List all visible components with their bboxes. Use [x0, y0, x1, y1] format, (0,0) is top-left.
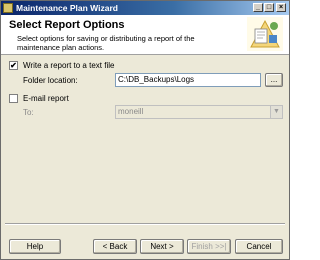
folder-location-input[interactable]: C:\DB_Backups\Logs	[115, 73, 261, 87]
app-icon	[3, 3, 13, 13]
page-title: Select Report Options	[9, 19, 125, 31]
minimize-button[interactable]: _	[253, 3, 263, 12]
checkmark-icon: ✔	[10, 61, 17, 70]
email-report-checkbox[interactable]	[9, 94, 18, 103]
email-report-label[interactable]: E-mail report	[23, 94, 69, 103]
title-bar[interactable]: Maintenance Plan Wizard _ □ ×	[1, 1, 289, 15]
to-dropdown-value: moneill	[118, 107, 144, 116]
wizard-header: Select Report Options Select options for…	[1, 15, 289, 55]
cancel-button[interactable]: Cancel	[235, 239, 283, 254]
footer-divider	[5, 223, 285, 225]
next-button[interactable]: Next >	[140, 239, 184, 254]
maximize-button[interactable]: □	[264, 3, 274, 12]
wizard-window: Maintenance Plan Wizard _ □ × Select Rep…	[0, 0, 290, 260]
close-button[interactable]: ×	[276, 3, 286, 12]
write-to-file-checkbox[interactable]: ✔	[9, 61, 18, 70]
browse-folder-button[interactable]: ...	[265, 73, 283, 87]
window-title: Maintenance Plan Wizard	[16, 3, 118, 13]
chevron-down-icon[interactable]: ▼	[270, 106, 282, 118]
wizard-graphic-icon	[247, 17, 283, 51]
folder-location-label: Folder location:	[23, 76, 78, 85]
finish-button[interactable]: Finish >>|	[187, 239, 231, 254]
help-button[interactable]: Help	[9, 239, 61, 254]
to-dropdown[interactable]: moneill ▼	[115, 105, 283, 119]
back-button[interactable]: < Back	[93, 239, 137, 254]
write-to-file-label[interactable]: Write a report to a text file	[23, 61, 114, 70]
to-label: To:	[23, 108, 34, 117]
page-subtitle: Select options for saving or distributin…	[17, 34, 195, 52]
